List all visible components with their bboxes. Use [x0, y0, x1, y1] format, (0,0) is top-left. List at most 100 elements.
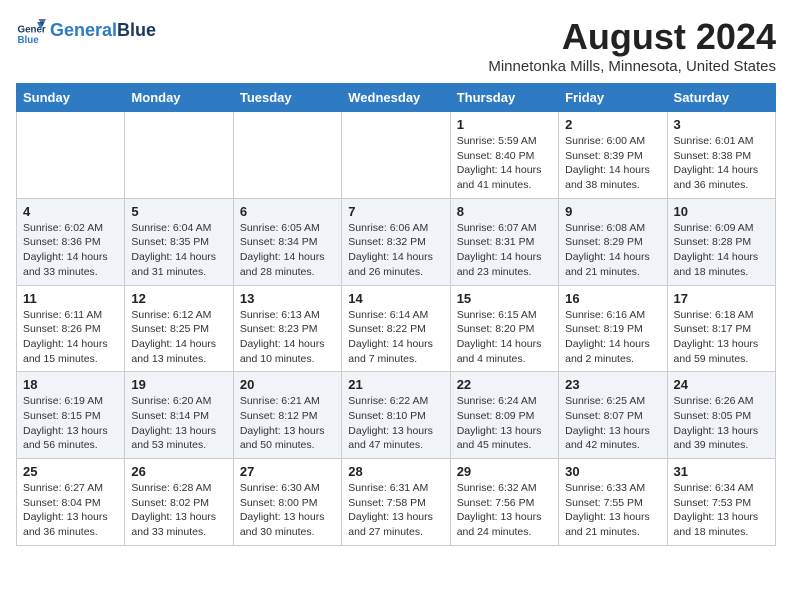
day-info: Sunrise: 6:20 AM Sunset: 8:14 PM Dayligh…: [131, 394, 226, 453]
day-number: 17: [674, 291, 769, 306]
day-info: Sunrise: 6:12 AM Sunset: 8:25 PM Dayligh…: [131, 308, 226, 367]
day-info: Sunrise: 6:13 AM Sunset: 8:23 PM Dayligh…: [240, 308, 335, 367]
day-info: Sunrise: 6:04 AM Sunset: 8:35 PM Dayligh…: [131, 221, 226, 280]
day-number: 24: [674, 377, 769, 392]
day-cell: 20 Sunrise: 6:21 AM Sunset: 8:12 PM Dayli…: [233, 372, 341, 459]
day-number: 11: [23, 291, 118, 306]
day-cell: 7 Sunrise: 6:06 AM Sunset: 8:32 PM Daylig…: [342, 198, 450, 285]
day-info: Sunrise: 6:16 AM Sunset: 8:19 PM Dayligh…: [565, 308, 660, 367]
day-cell: 16 Sunrise: 6:16 AM Sunset: 8:19 PM Dayli…: [559, 285, 667, 372]
day-cell: 15 Sunrise: 6:15 AM Sunset: 8:20 PM Dayli…: [450, 285, 558, 372]
day-cell: 12 Sunrise: 6:12 AM Sunset: 8:25 PM Dayli…: [125, 285, 233, 372]
logo-text: GeneralBlue: [50, 21, 156, 41]
title-area: August 2024 Minnetonka Mills, Minnesota,…: [488, 16, 776, 75]
day-cell: 4 Sunrise: 6:02 AM Sunset: 8:36 PM Daylig…: [17, 198, 125, 285]
day-info: Sunrise: 6:01 AM Sunset: 8:38 PM Dayligh…: [674, 134, 769, 193]
day-cell: 1 Sunrise: 5:59 AM Sunset: 8:40 PM Daylig…: [450, 112, 558, 199]
day-cell: 27 Sunrise: 6:30 AM Sunset: 8:00 PM Dayli…: [233, 459, 341, 546]
day-info: Sunrise: 6:19 AM Sunset: 8:15 PM Dayligh…: [23, 394, 118, 453]
week-row-3: 18 Sunrise: 6:19 AM Sunset: 8:15 PM Dayli…: [17, 372, 776, 459]
day-number: 4: [23, 204, 118, 219]
day-number: 10: [674, 204, 769, 219]
day-number: 29: [457, 464, 552, 479]
weekday-header-thursday: Thursday: [450, 84, 558, 112]
day-info: Sunrise: 6:07 AM Sunset: 8:31 PM Dayligh…: [457, 221, 552, 280]
day-cell: 10Sunrise: 6:09 AM Sunset: 8:28 PM Dayli…: [667, 198, 775, 285]
day-cell: 18 Sunrise: 6:19 AM Sunset: 8:15 PM Dayli…: [17, 372, 125, 459]
day-cell: 25Sunrise: 6:27 AM Sunset: 8:04 PM Dayli…: [17, 459, 125, 546]
svg-text:Blue: Blue: [18, 35, 40, 46]
day-info: Sunrise: 6:24 AM Sunset: 8:09 PM Dayligh…: [457, 394, 552, 453]
day-cell: [125, 112, 233, 199]
logo: General Blue GeneralBlue: [16, 16, 156, 46]
day-cell: 22Sunrise: 6:24 AM Sunset: 8:09 PM Dayli…: [450, 372, 558, 459]
day-number: 31: [674, 464, 769, 479]
day-info: Sunrise: 5:59 AM Sunset: 8:40 PM Dayligh…: [457, 134, 552, 193]
day-info: Sunrise: 6:33 AM Sunset: 7:55 PM Dayligh…: [565, 481, 660, 540]
day-number: 9: [565, 204, 660, 219]
day-number: 19: [131, 377, 226, 392]
day-cell: 29 Sunrise: 6:32 AM Sunset: 7:56 PM Dayli…: [450, 459, 558, 546]
day-info: Sunrise: 6:30 AM Sunset: 8:00 PM Dayligh…: [240, 481, 335, 540]
weekday-header-sunday: Sunday: [17, 84, 125, 112]
week-row-0: 1 Sunrise: 5:59 AM Sunset: 8:40 PM Daylig…: [17, 112, 776, 199]
day-cell: 3Sunrise: 6:01 AM Sunset: 8:38 PM Daylig…: [667, 112, 775, 199]
day-cell: 11Sunrise: 6:11 AM Sunset: 8:26 PM Dayli…: [17, 285, 125, 372]
day-number: 23: [565, 377, 660, 392]
day-cell: 14Sunrise: 6:14 AM Sunset: 8:22 PM Dayli…: [342, 285, 450, 372]
day-cell: 23 Sunrise: 6:25 AM Sunset: 8:07 PM Dayli…: [559, 372, 667, 459]
day-number: 15: [457, 291, 552, 306]
day-info: Sunrise: 6:08 AM Sunset: 8:29 PM Dayligh…: [565, 221, 660, 280]
day-number: 12: [131, 291, 226, 306]
day-number: 30: [565, 464, 660, 479]
week-row-2: 11Sunrise: 6:11 AM Sunset: 8:26 PM Dayli…: [17, 285, 776, 372]
weekday-header-tuesday: Tuesday: [233, 84, 341, 112]
day-info: Sunrise: 6:06 AM Sunset: 8:32 PM Dayligh…: [348, 221, 443, 280]
day-number: 2: [565, 117, 660, 132]
day-cell: 13 Sunrise: 6:13 AM Sunset: 8:23 PM Dayli…: [233, 285, 341, 372]
day-cell: 6 Sunrise: 6:05 AM Sunset: 8:34 PM Daylig…: [233, 198, 341, 285]
day-number: 26: [131, 464, 226, 479]
day-info: Sunrise: 6:00 AM Sunset: 8:39 PM Dayligh…: [565, 134, 660, 193]
day-info: Sunrise: 6:22 AM Sunset: 8:10 PM Dayligh…: [348, 394, 443, 453]
day-number: 18: [23, 377, 118, 392]
day-number: 28: [348, 464, 443, 479]
day-cell: 26 Sunrise: 6:28 AM Sunset: 8:02 PM Dayli…: [125, 459, 233, 546]
weekday-header-monday: Monday: [125, 84, 233, 112]
week-row-4: 25Sunrise: 6:27 AM Sunset: 8:04 PM Dayli…: [17, 459, 776, 546]
day-cell: 31Sunrise: 6:34 AM Sunset: 7:53 PM Dayli…: [667, 459, 775, 546]
day-number: 27: [240, 464, 335, 479]
day-info: Sunrise: 6:14 AM Sunset: 8:22 PM Dayligh…: [348, 308, 443, 367]
day-info: Sunrise: 6:31 AM Sunset: 7:58 PM Dayligh…: [348, 481, 443, 540]
day-number: 13: [240, 291, 335, 306]
day-cell: 8 Sunrise: 6:07 AM Sunset: 8:31 PM Daylig…: [450, 198, 558, 285]
day-number: 6: [240, 204, 335, 219]
location-title: Minnetonka Mills, Minnesota, United Stat…: [488, 58, 776, 75]
day-cell: 9 Sunrise: 6:08 AM Sunset: 8:29 PM Daylig…: [559, 198, 667, 285]
day-number: 16: [565, 291, 660, 306]
weekday-header-friday: Friday: [559, 84, 667, 112]
day-info: Sunrise: 6:05 AM Sunset: 8:34 PM Dayligh…: [240, 221, 335, 280]
day-cell: 24 Sunrise: 6:26 AM Sunset: 8:05 PM Dayli…: [667, 372, 775, 459]
day-number: 1: [457, 117, 552, 132]
day-cell: 19 Sunrise: 6:20 AM Sunset: 8:14 PM Dayli…: [125, 372, 233, 459]
day-cell: 17 Sunrise: 6:18 AM Sunset: 8:17 PM Dayli…: [667, 285, 775, 372]
day-number: 20: [240, 377, 335, 392]
day-number: 8: [457, 204, 552, 219]
day-info: Sunrise: 6:02 AM Sunset: 8:36 PM Dayligh…: [23, 221, 118, 280]
day-info: Sunrise: 6:25 AM Sunset: 8:07 PM Dayligh…: [565, 394, 660, 453]
day-info: Sunrise: 6:27 AM Sunset: 8:04 PM Dayligh…: [23, 481, 118, 540]
day-info: Sunrise: 6:15 AM Sunset: 8:20 PM Dayligh…: [457, 308, 552, 367]
day-cell: [342, 112, 450, 199]
day-info: Sunrise: 6:28 AM Sunset: 8:02 PM Dayligh…: [131, 481, 226, 540]
day-info: Sunrise: 6:26 AM Sunset: 8:05 PM Dayligh…: [674, 394, 769, 453]
day-number: 21: [348, 377, 443, 392]
month-title: August 2024: [488, 16, 776, 58]
calendar-table: SundayMondayTuesdayWednesdayThursdayFrid…: [16, 83, 776, 546]
weekday-header-wednesday: Wednesday: [342, 84, 450, 112]
day-number: 7: [348, 204, 443, 219]
weekday-header-saturday: Saturday: [667, 84, 775, 112]
day-info: Sunrise: 6:21 AM Sunset: 8:12 PM Dayligh…: [240, 394, 335, 453]
day-info: Sunrise: 6:18 AM Sunset: 8:17 PM Dayligh…: [674, 308, 769, 367]
day-info: Sunrise: 6:32 AM Sunset: 7:56 PM Dayligh…: [457, 481, 552, 540]
